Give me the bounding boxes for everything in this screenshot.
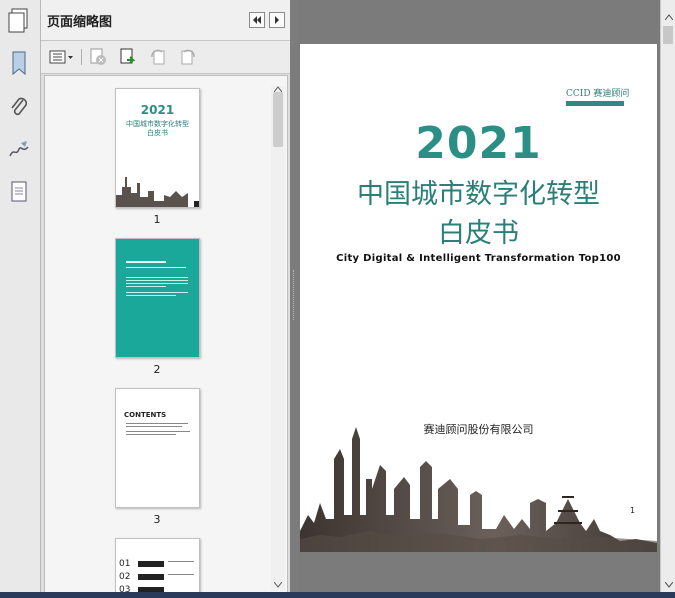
bookmarks-icon[interactable] — [5, 48, 33, 78]
navigation-icon-strip — [0, 0, 41, 598]
layers-icon[interactable] — [5, 177, 33, 207]
thumbnail-page-1[interactable]: 2021 中国城市数字化转型 白皮书 — [115, 88, 200, 208]
rotate-ccw-button[interactable] — [147, 47, 169, 67]
cover-year: 2021 — [415, 118, 542, 169]
thumbnail-page-3[interactable]: CONTENTS — [115, 388, 200, 508]
thumbnail-page-2[interactable] — [115, 238, 200, 358]
page-thumbnails-icon[interactable] — [7, 7, 33, 35]
scrollbar-thumb[interactable] — [663, 26, 673, 44]
thumb-label-01: 01 — [119, 559, 131, 569]
rotate-right-icon — [181, 49, 195, 65]
document-scrollbar[interactable] — [660, 0, 675, 598]
ccid-logo: CCID 赛迪顾问 — [566, 86, 630, 106]
list-options-icon — [49, 50, 73, 64]
thumb-label-02: 02 — [119, 572, 131, 582]
scroll-down-icon[interactable] — [661, 578, 675, 592]
document-page-number: 1 — [630, 506, 636, 515]
thumbnail-page-number: 3 — [153, 513, 161, 526]
document-page: CCID 赛迪顾问 2021 中国城市数字化转型 白皮书 City Digita… — [300, 44, 657, 552]
thumb-contents-heading: CONTENTS — [124, 411, 167, 419]
rotate-cw-button[interactable] — [177, 47, 199, 67]
cover-title-line1: 中国城市数字化转型 — [357, 179, 600, 210]
cover-subtitle: City Digital & Intelligent Transformatio… — [336, 253, 621, 264]
double-left-arrow-icon — [253, 16, 261, 24]
toolbar-separator — [81, 49, 82, 65]
thumbnail-panel: 页面缩略图 2021 中国城市数字化转型 白皮书 1 2 CONTENTS 3 … — [41, 0, 290, 598]
panel-title: 页面缩略图 — [47, 15, 113, 30]
attachments-icon[interactable] — [5, 92, 33, 122]
taskbar-strip — [0, 592, 675, 598]
panel-splitter[interactable] — [290, 0, 298, 598]
thumbnail-list[interactable]: 2021 中国城市数字化转型 白皮书 1 2 CONTENTS 3 01 02 … — [44, 75, 288, 593]
thumbnail-toolbar — [41, 41, 290, 74]
scroll-up-icon[interactable] — [661, 10, 675, 24]
thumbnail-page-4[interactable]: 01 02 03 — [115, 538, 200, 592]
thumbnail-scrollbar[interactable] — [271, 86, 285, 590]
thumbnail-page-number: 1 — [153, 213, 161, 226]
insert-page-button[interactable] — [117, 47, 139, 67]
thumb-year: 2021 — [140, 103, 175, 117]
collapse-panel-button[interactable] — [249, 12, 265, 28]
panel-options-button[interactable] — [269, 12, 285, 28]
insert-page-icon — [120, 48, 136, 64]
right-arrow-icon — [275, 16, 279, 24]
document-view: CCID 赛迪顾问 2021 中国城市数字化转型 白皮书 City Digita… — [298, 0, 660, 598]
panel-header: 页面缩略图 — [41, 0, 290, 41]
cover-title-line2: 白皮书 — [438, 218, 519, 249]
logo-text: CCID 赛迪顾问 — [566, 89, 630, 99]
thumbnail-options-button[interactable] — [47, 47, 75, 67]
signatures-icon[interactable] — [5, 135, 33, 165]
delete-page-icon — [90, 48, 106, 65]
scrollbar-thumb[interactable] — [273, 92, 283, 147]
delete-page-button[interactable] — [87, 47, 109, 67]
thumb-title-line2: 白皮书 — [147, 129, 168, 137]
thumb-skyline-graphic — [116, 177, 199, 207]
thumbnail-page-number: 2 — [153, 363, 161, 376]
city-skyline-graphic — [300, 427, 657, 552]
rotate-left-icon — [151, 49, 165, 65]
scroll-down-icon[interactable] — [274, 582, 282, 588]
